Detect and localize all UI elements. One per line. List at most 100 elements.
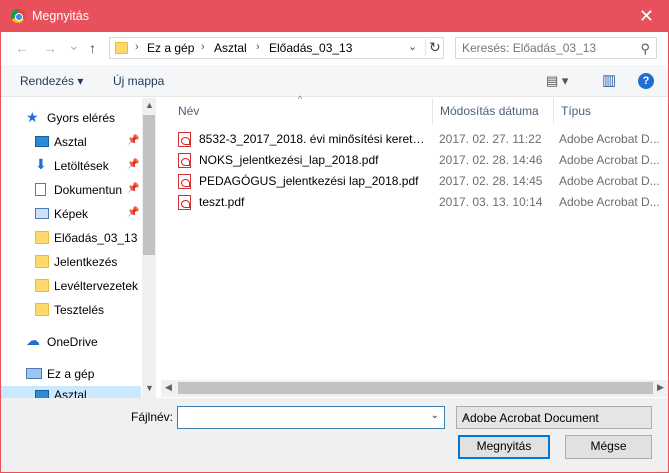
sort-ascending-icon: ^: [298, 94, 303, 104]
file-name: PEDAGÓGUS_jelentkezési lap_2018.pdf: [199, 174, 419, 188]
folder-icon: [35, 303, 49, 316]
preview-pane-icon[interactable]: ▥: [602, 71, 616, 89]
folder-icon: [115, 42, 128, 54]
breadcrumb-separator[interactable]: ›: [256, 41, 260, 53]
sidebar-scrollbar[interactable]: ▲ ▼: [142, 98, 156, 398]
file-type: Adobe Acrobat D...: [559, 153, 660, 167]
chevron-down-icon[interactable]: ⌄: [462, 410, 645, 421]
breadcrumb-separator[interactable]: ›: [135, 41, 139, 53]
open-dialog: Megnyitás ✕ ← → ⌄ ↑ › Ez a gép › Asztal …: [0, 0, 669, 473]
sidebar-item-label: OneDrive: [47, 335, 98, 349]
sidebar-item-label: Ez a gép: [47, 367, 95, 381]
organize-button[interactable]: Rendezés ▾: [20, 74, 83, 88]
sidebar-item-downloads[interactable]: ⬇ Letöltések 📌: [1, 155, 141, 177]
horizontal-scrollbar[interactable]: ◀ ▶: [161, 380, 668, 397]
file-row[interactable]: 8532-3_2017_2018. évi minősítési keretsz…: [173, 129, 663, 150]
up-arrow-icon[interactable]: ↑: [89, 40, 96, 56]
file-date: 2017. 02. 27. 11:22: [439, 132, 542, 146]
scrollbar-thumb[interactable]: [143, 115, 155, 255]
navigation-pane: ★ Gyors elérés Asztal 📌 ⬇ Letöltések 📌 D…: [1, 98, 156, 398]
sidebar-item-label: Dokumentun: [54, 183, 123, 197]
file-list: Név ^ Módosítás dátuma Típus 8532-3_2017…: [161, 94, 668, 398]
column-header-type[interactable]: Típus: [555, 98, 668, 124]
sidebar-item-label: Asztal: [54, 135, 87, 149]
refresh-icon[interactable]: ↻: [425, 39, 441, 56]
search-input[interactable]: [462, 41, 632, 55]
computer-icon: [26, 368, 42, 379]
sidebar-item-quick-access[interactable]: ★ Gyors elérés: [1, 107, 141, 129]
filename-input[interactable]: ⌄: [177, 406, 445, 429]
sidebar-item-desktop[interactable]: Asztal 📌: [1, 131, 141, 153]
desktop-icon: [35, 390, 49, 398]
sidebar-item-this-pc[interactable]: Ez a gép: [1, 363, 141, 385]
address-dropdown-icon[interactable]: ⌄: [408, 40, 417, 53]
column-header-name[interactable]: Név ^: [161, 94, 433, 124]
sidebar-item-pictures[interactable]: Képek 📌: [1, 203, 141, 225]
sidebar-item-desktop-2[interactable]: Asztal: [1, 386, 141, 398]
scroll-up-icon[interactable]: ▲: [145, 100, 154, 110]
file-date: 2017. 03. 13. 10:14: [439, 195, 543, 209]
sidebar-item-label: Tesztelés: [54, 303, 105, 317]
download-icon: ⬇: [35, 156, 47, 172]
chrome-icon: [11, 9, 25, 23]
sidebar-item-label: Asztal: [54, 388, 87, 398]
pin-icon[interactable]: 📌: [127, 159, 139, 170]
breadcrumb-separator[interactable]: ›: [201, 41, 205, 53]
cancel-button[interactable]: Mégse: [565, 435, 652, 459]
dialog-footer: Fájlnév: ⌄ Adobe Acrobat Document ⌄ Megn…: [1, 398, 668, 472]
address-bar[interactable]: › Ez a gép › Asztal › Előadás_03_13 ⌄ ↻: [109, 37, 444, 59]
file-row[interactable]: teszt.pdf 2017. 03. 13. 10:14 Adobe Acro…: [173, 192, 663, 213]
pdf-file-icon: [178, 132, 191, 147]
star-icon: ★: [26, 109, 39, 125]
open-button[interactable]: Megnyitás: [458, 435, 550, 459]
scrollbar-thumb[interactable]: [178, 382, 653, 394]
breadcrumb-this-pc[interactable]: Ez a gép: [147, 41, 194, 55]
search-box[interactable]: ⚲: [455, 37, 657, 59]
view-options-icon[interactable]: ▤ ▾: [546, 73, 568, 89]
recent-locations-chevron-icon[interactable]: ⌄: [68, 37, 80, 54]
cloud-icon: ☁: [26, 332, 40, 348]
scroll-down-icon[interactable]: ▼: [145, 383, 154, 393]
close-icon[interactable]: ✕: [639, 6, 654, 27]
window-title: Megnyitás: [32, 9, 89, 23]
sidebar-item-documents[interactable]: Dokumentun 📌: [1, 179, 141, 201]
forward-arrow-icon[interactable]: →: [43, 40, 57, 56]
sidebar-item-label: Előadás_03_13: [54, 231, 138, 245]
file-type: Adobe Acrobat D...: [559, 195, 660, 209]
pin-icon[interactable]: 📌: [127, 207, 139, 218]
sidebar-item-onedrive[interactable]: ☁ OneDrive: [1, 331, 141, 353]
folder-icon: [35, 255, 49, 268]
title-bar: Megnyitás ✕: [1, 1, 668, 32]
file-date: 2017. 02. 28. 14:46: [439, 153, 543, 167]
chevron-down-icon[interactable]: ⌄: [431, 410, 439, 421]
column-header-label: Módosítás dátuma: [440, 104, 539, 118]
sidebar-item-leveltervezetek[interactable]: Levéltervezetek: [1, 275, 141, 297]
help-icon[interactable]: ?: [638, 73, 654, 89]
folder-icon: [35, 231, 49, 244]
scroll-right-icon[interactable]: ▶: [657, 382, 664, 393]
pin-icon[interactable]: 📌: [127, 135, 139, 146]
breadcrumb-desktop[interactable]: Asztal: [214, 41, 247, 55]
new-folder-button[interactable]: Új mappa: [113, 74, 164, 88]
file-type: Adobe Acrobat D...: [559, 132, 660, 146]
column-header-label: Típus: [561, 104, 592, 118]
file-row[interactable]: NOKS_jelentkezési_lap_2018.pdf 2017. 02.…: [173, 150, 663, 171]
filetype-select[interactable]: Adobe Acrobat Document ⌄: [456, 406, 652, 429]
breadcrumb-current-folder[interactable]: Előadás_03_13: [269, 41, 352, 55]
sidebar-item-teszteles[interactable]: Tesztelés: [1, 299, 141, 321]
file-date: 2017. 02. 28. 14:45: [439, 174, 543, 188]
column-header-date[interactable]: Módosítás dátuma: [434, 98, 554, 124]
back-arrow-icon[interactable]: ←: [15, 40, 29, 56]
sidebar-item-jelentkezes[interactable]: Jelentkezés: [1, 251, 141, 273]
sidebar-item-label: Képek: [54, 207, 89, 221]
scroll-left-icon[interactable]: ◀: [165, 382, 172, 393]
sidebar-item-eloadas[interactable]: Előadás_03_13: [1, 227, 141, 249]
file-row[interactable]: PEDAGÓGUS_jelentkezési lap_2018.pdf 2017…: [173, 171, 663, 192]
file-name: NOKS_jelentkezési_lap_2018.pdf: [199, 153, 379, 167]
search-icon[interactable]: ⚲: [640, 41, 650, 57]
file-type: Adobe Acrobat D...: [559, 174, 660, 188]
pin-icon[interactable]: 📌: [127, 183, 139, 194]
document-icon: [35, 183, 46, 196]
folder-icon: [35, 279, 49, 292]
pictures-icon: [35, 208, 49, 219]
